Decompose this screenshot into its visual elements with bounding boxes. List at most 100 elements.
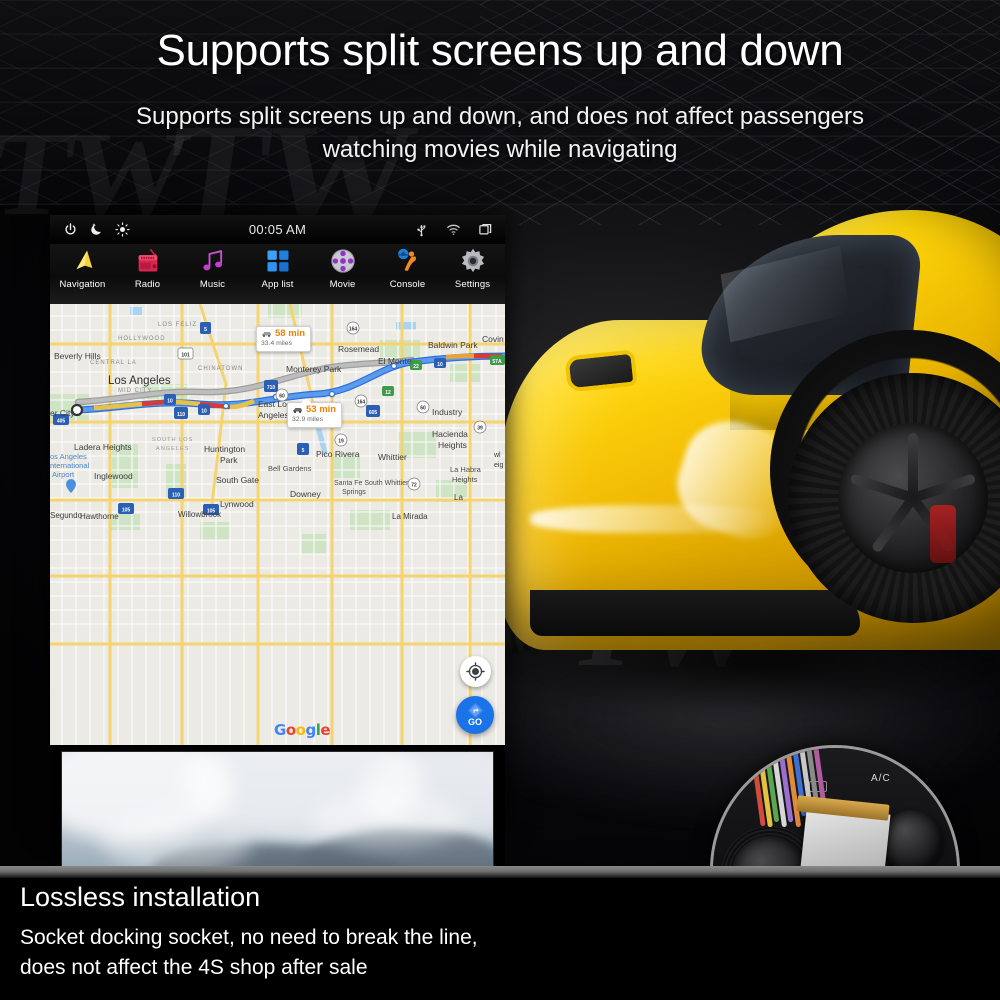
radio-icon (138, 248, 157, 272)
svg-text:Monterey Park: Monterey Park (286, 364, 342, 374)
svg-text:110: 110 (172, 493, 180, 499)
svg-text:Heights: Heights (438, 440, 467, 450)
recent-apps-icon[interactable] (478, 222, 493, 237)
music-note-icon (202, 250, 222, 271)
page-title: Supports split screens up and down (156, 26, 844, 75)
svg-text:12: 12 (385, 390, 391, 396)
car-icon (293, 408, 302, 414)
svg-text:Inglewood: Inglewood (94, 471, 133, 481)
film-reel-icon (330, 249, 355, 273)
page-subtitle: Supports split screens up and down, and … (120, 100, 880, 166)
svg-text:405: 405 (57, 419, 66, 425)
svg-text:164: 164 (357, 400, 366, 406)
subtitle-line-2: watching movies while navigating (322, 136, 678, 163)
steering-wheel-icon (397, 248, 416, 271)
svg-text:10: 10 (437, 362, 443, 368)
eta-time: 58 min (275, 328, 306, 339)
svg-text:105: 105 (122, 508, 131, 514)
svg-text:Bell Gardens: Bell Gardens (268, 464, 312, 473)
svg-text:wl: wl (493, 452, 501, 459)
app-console[interactable]: Console (375, 244, 440, 304)
eta-distance: 32.9 miles (292, 415, 323, 423)
svg-text:HOLLYWOOD: HOLLYWOOD (118, 336, 166, 342)
svg-text:39: 39 (477, 426, 483, 432)
svg-text:605: 605 (369, 410, 378, 416)
svg-text:South Gate: South Gate (216, 475, 259, 485)
svg-text:Springs: Springs (342, 489, 366, 496)
app-dock: Navigation Radio Music App list Movie Co… (50, 244, 505, 304)
back-arrow-icon[interactable] (457, 760, 479, 782)
svg-text:Industry: Industry (432, 407, 463, 417)
svg-text:er City: er City (50, 408, 75, 418)
app-label: Radio (134, 279, 161, 290)
status-bar: 00:05 AM (50, 215, 505, 244)
svg-text:57A: 57A (492, 359, 502, 365)
ac-label: A/C (871, 773, 891, 784)
svg-text:LOS FELIZ: LOS FELIZ (158, 322, 197, 328)
svg-text:Hawthorne: Hawthorne (80, 512, 119, 521)
app-navigation[interactable]: Navigation (50, 244, 115, 304)
eta-distance: 33.4 miles (261, 339, 292, 347)
svg-text:Lynwood: Lynwood (220, 499, 254, 509)
promo-image-root: TW TW TW Supports split screens up and d… (0, 0, 1000, 1000)
app-music[interactable]: Music (180, 244, 245, 304)
svg-text:Hacienda: Hacienda (432, 429, 468, 439)
svg-text:MID CITY: MID CITY (118, 388, 152, 394)
google-logo: Google (274, 721, 331, 739)
svg-text:Los Angeles: Los Angeles (108, 375, 171, 387)
grid-apps-icon (267, 250, 288, 272)
map-canvas: 5 101 10 110 10 710 60 164 164 60 605 19… (50, 304, 505, 745)
recenter-location-button[interactable] (460, 656, 491, 687)
knob-right (881, 810, 943, 872)
car-icon (262, 332, 271, 338)
crosshair-location-icon (466, 662, 485, 681)
app-movie[interactable]: Movie (310, 244, 375, 304)
svg-text:164: 164 (349, 327, 358, 333)
sports-car-photo (470, 175, 1000, 755)
usb-icon (417, 225, 426, 237)
svg-text:Downey: Downey (290, 489, 321, 499)
bottom-banner: Lossless installation Socket docking soc… (0, 866, 1000, 1000)
brake-caliper (930, 505, 956, 563)
app-settings[interactable]: Settings (440, 244, 505, 304)
navigation-map[interactable]: 5 101 10 110 10 710 60 164 164 60 605 19… (50, 304, 505, 745)
svg-text:La: La (454, 493, 463, 502)
svg-text:La Habra: La Habra (450, 465, 482, 474)
gear-icon (461, 248, 484, 273)
app-label: Movie (329, 279, 356, 290)
svg-text:La Mirada: La Mirada (392, 512, 428, 521)
svg-text:5: 5 (204, 327, 207, 333)
svg-text:Santa Fe South Whittier: Santa Fe South Whittier (334, 480, 409, 487)
svg-text:Whittier: Whittier (378, 452, 407, 462)
side-skirt (530, 590, 860, 636)
svg-text:ANGELES: ANGELES (156, 446, 189, 452)
svg-text:Pico Rivera: Pico Rivera (316, 449, 360, 459)
app-label: Console (389, 279, 426, 290)
svg-text:Huntington: Huntington (204, 444, 245, 454)
side-mirror (564, 349, 638, 393)
svg-text:nternational: nternational (50, 461, 90, 470)
app-label: Navigation (59, 279, 106, 290)
app-app-list[interactable]: App list (245, 244, 310, 304)
rear-rim (838, 423, 988, 573)
svg-text:Park: Park (220, 455, 238, 465)
route-eta-bubble-2[interactable]: 53 min 32.9 miles (287, 402, 343, 428)
svg-text:os Angeles: os Angeles (50, 452, 87, 461)
svg-text:El Monte: El Monte (378, 356, 412, 366)
eta-time: 53 min (306, 404, 337, 415)
navigation-arrow-icon (76, 250, 92, 270)
app-radio[interactable]: Radio (115, 244, 180, 304)
svg-text:Segundo: Segundo (50, 511, 83, 520)
app-label: Music (199, 279, 226, 290)
banner-line-1: Socket docking socket, no need to break … (20, 926, 478, 949)
svg-text:Rosemead: Rosemead (338, 344, 379, 354)
subtitle-line-1: Supports split screens up and down, and … (135, 103, 865, 130)
svg-text:Angeles: Angeles (258, 410, 289, 420)
svg-text:10: 10 (201, 409, 207, 415)
svg-text:Covin: Covin (482, 334, 504, 344)
svg-text:CHINATOWN: CHINATOWN (198, 366, 243, 372)
route-eta-bubble-1[interactable]: 58 min 33.4 miles (256, 326, 312, 352)
banner-line-2: does not affect the 4S shop after sale (20, 956, 368, 979)
svg-text:Heights: Heights (452, 475, 478, 484)
start-navigation-go-button[interactable]: GO (456, 696, 494, 734)
